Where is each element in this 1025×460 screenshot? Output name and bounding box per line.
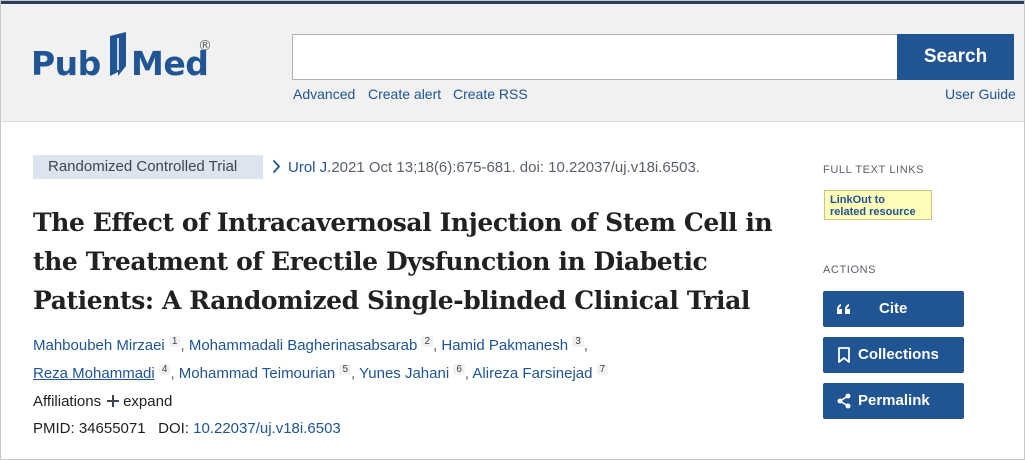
- advanced-search-link[interactable]: Advanced: [293, 86, 355, 102]
- page-header: Pub Med ® Search Advanced Create alert C…: [1, 1, 1024, 122]
- search-input[interactable]: [292, 34, 898, 80]
- linkout-line2: related resource: [830, 206, 916, 218]
- author-link[interactable]: Reza Mohammadi: [33, 365, 155, 382]
- doi-label: DOI:: [158, 420, 189, 437]
- expand-label: expand: [123, 393, 173, 410]
- identifiers: PMID: 34655071 DOI: 10.22037/uj.v18i.650…: [33, 420, 341, 437]
- create-alert-link[interactable]: Create alert: [368, 86, 441, 102]
- actions-heading: ACTIONS: [823, 264, 877, 276]
- chevron-right-icon[interactable]: [272, 159, 281, 174]
- citation-line: Urol J.2021 Oct 13;18(6):675-681. doi: 1…: [288, 159, 700, 176]
- affiliations-label: Affiliations: [33, 393, 102, 410]
- cite-label: Cite: [879, 300, 908, 317]
- collections-label: Collections: [858, 346, 939, 363]
- full-text-links-heading: FULL TEXT LINKS: [823, 164, 925, 176]
- quote-icon: [837, 304, 850, 314]
- affiliation-number[interactable]: 4: [158, 364, 171, 375]
- logo-text-pub: Pub: [31, 44, 101, 83]
- doi-link[interactable]: 10.22037/uj.v18i.6503: [193, 420, 341, 437]
- author-link[interactable]: Yunes Jahani: [359, 365, 449, 382]
- linkout-line1: LinkOut to: [830, 194, 885, 206]
- author-link[interactable]: Mohammadali Bagherinasabsarab: [189, 337, 417, 354]
- affiliations-toggle[interactable]: Affiliations expand: [33, 393, 172, 410]
- pubmed-logo[interactable]: Pub Med ®: [31, 30, 231, 94]
- user-guide-link[interactable]: User Guide: [945, 86, 1016, 102]
- registered-mark: ®: [198, 38, 212, 54]
- affiliation-number[interactable]: 3: [572, 336, 584, 347]
- author-link[interactable]: Alireza Farsinejad: [472, 365, 592, 382]
- permalink-label: Permalink: [858, 392, 930, 409]
- affiliation-number[interactable]: 2: [421, 336, 434, 347]
- bookmark-logo-icon: [110, 32, 126, 76]
- author-link[interactable]: Mahboubeh Mirzaei: [33, 337, 165, 354]
- pmid-label: PMID:: [33, 420, 75, 437]
- plus-icon: [107, 395, 120, 407]
- author-link[interactable]: Mohammad Teimourian: [179, 365, 335, 382]
- affiliation-number[interactable]: 6: [453, 364, 465, 375]
- share-icon: [837, 393, 851, 409]
- citation-details: 2021 Oct 13;18(6):675-681. doi: 10.22037…: [331, 159, 700, 176]
- author-list: Mahboubeh Mirzaei 1, Mohammadali Bagheri…: [33, 330, 793, 386]
- logo-text-med: Med: [131, 44, 209, 83]
- collections-button[interactable]: Collections: [823, 337, 964, 373]
- affiliation-number[interactable]: 5: [339, 364, 351, 375]
- search-button[interactable]: Search: [897, 34, 1014, 80]
- permalink-button[interactable]: Permalink: [823, 383, 964, 419]
- article-title: The Effect of Intracavernosal Injection …: [33, 208, 773, 315]
- author-link[interactable]: Hamid Pakmanesh: [441, 337, 568, 354]
- publication-type-badge: Randomized Controlled Trial: [33, 155, 263, 179]
- bookmark-icon: [838, 347, 850, 363]
- journal-link[interactable]: Urol J.: [288, 159, 331, 176]
- affiliation-number[interactable]: 1: [168, 336, 181, 347]
- affiliation-number[interactable]: 7: [596, 364, 609, 375]
- pmid-value: 34655071: [78, 420, 146, 437]
- linkout-button[interactable]: LinkOut to related resource: [824, 190, 932, 220]
- create-rss-link[interactable]: Create RSS: [453, 86, 528, 102]
- cite-button[interactable]: Cite: [823, 291, 964, 327]
